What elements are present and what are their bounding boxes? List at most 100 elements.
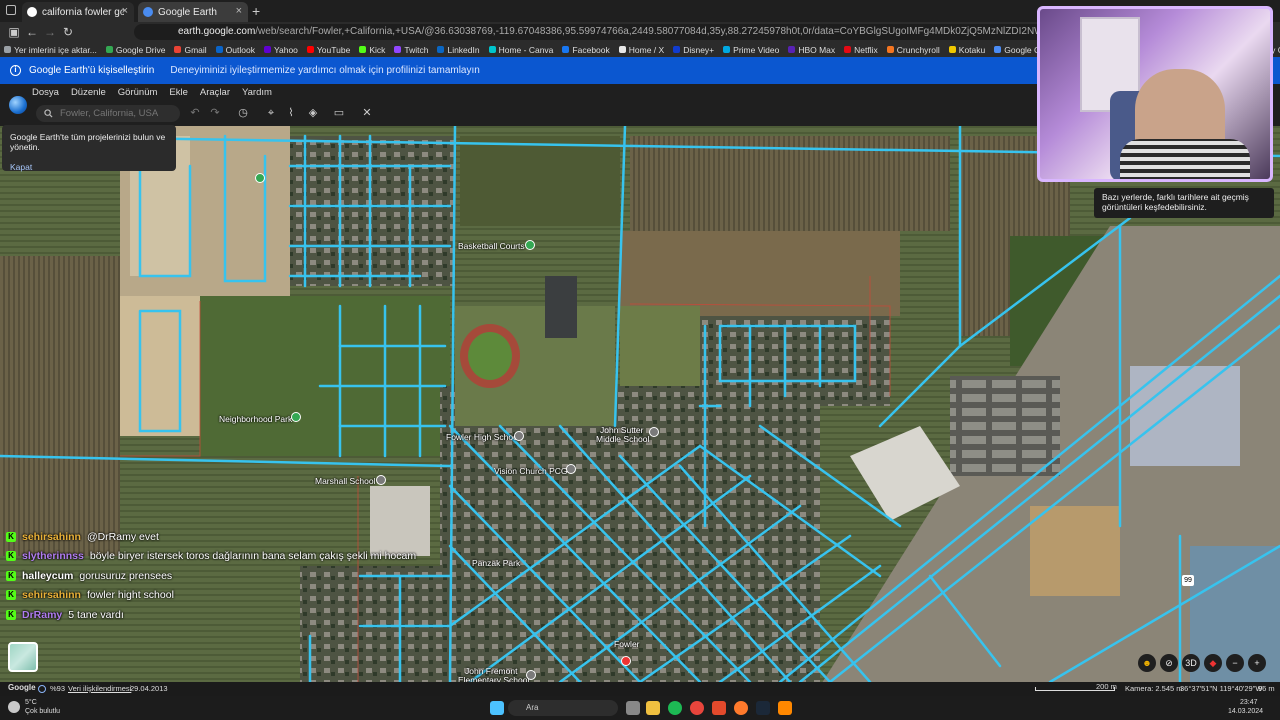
zoom-out-button[interactable]: − <box>1226 654 1244 672</box>
history-icon[interactable]: ◷ <box>236 106 250 120</box>
zoom-in-button[interactable]: + <box>1248 654 1266 672</box>
satellite-map[interactable] <box>0 126 1280 682</box>
chrome-icon[interactable] <box>690 701 704 715</box>
hide-imagery-icon[interactable]: ⊘ <box>1160 654 1178 672</box>
bookmark-item[interactable]: Home - Canva <box>488 45 553 55</box>
app-icon[interactable] <box>712 701 726 715</box>
url-host: earth.google.com <box>178 26 256 37</box>
bookmark-item[interactable]: YouTube <box>306 45 350 55</box>
close-tooltip-button[interactable]: Kapat <box>10 162 168 172</box>
pegman-icon[interactable]: ☻ <box>1138 654 1156 672</box>
banner-title[interactable]: Google Earth'ü kişiselleştirin <box>29 65 154 76</box>
bookmark-item[interactable]: Google Drive <box>105 45 165 55</box>
park-pin-icon[interactable] <box>255 173 265 183</box>
map-label-vision-church[interactable]: Vision Church PCG <box>494 466 568 476</box>
map-label-marshall[interactable]: Marshall School <box>315 476 375 486</box>
bookmark-label: Kick <box>369 44 386 55</box>
bookmark-item[interactable]: Facebook <box>562 45 610 55</box>
bookmark-item[interactable]: Prime Video <box>723 45 779 55</box>
chat-username: sehirsahinn <box>22 531 81 543</box>
bookmark-item[interactable]: Twitch <box>394 45 428 55</box>
sidebar-icon[interactable]: ▣ <box>6 24 22 40</box>
start-button-icon[interactable] <box>490 701 504 715</box>
streamer-shirt <box>1120 139 1250 179</box>
undo-icon[interactable]: ↶ <box>188 106 202 120</box>
bookmark-item[interactable]: Yer imlerini içe aktar... <box>4 45 97 55</box>
menu-item[interactable]: Dosya <box>32 87 59 98</box>
tools-icon[interactable]: ✕ <box>360 106 374 120</box>
bookmark-label: Outlook <box>225 44 255 55</box>
search-input[interactable] <box>36 105 180 122</box>
map-label-panzak[interactable]: Panzak Park <box>472 558 520 568</box>
school-pin-icon[interactable] <box>526 670 536 680</box>
bookmark-label: Home / X <box>628 44 665 55</box>
map-label-neighborhood-park[interactable]: Neighborhood Park <box>219 414 292 424</box>
measure-icon[interactable]: ▭ <box>332 106 346 120</box>
data-attribution-link[interactable]: Veri ilişkilendirmesi <box>68 684 131 693</box>
vlc-icon[interactable] <box>778 701 792 715</box>
taskbar-time[interactable]: 23:47 <box>1240 699 1258 706</box>
vineyard-west <box>0 256 120 556</box>
bookmark-label: LinkedIn <box>447 44 480 55</box>
school-pin-icon[interactable] <box>376 475 386 485</box>
bookmark-item[interactable]: Outlook <box>215 44 255 55</box>
file-explorer-icon[interactable] <box>646 701 660 715</box>
map-label-fowler[interactable]: Fowler <box>614 639 640 649</box>
google-earth-logo-icon[interactable] <box>9 96 27 114</box>
toggle-3d-button[interactable]: 3D <box>1182 654 1200 672</box>
basketball-pin-icon[interactable] <box>525 240 535 250</box>
tab-search-results[interactable]: california fowler google earth - Go × <box>22 2 134 22</box>
coordinates: 36°37'51"N 119°40'29"W <box>1180 684 1263 693</box>
bookmark-item[interactable]: Kotaku <box>948 45 985 55</box>
new-tab-button[interactable]: + <box>252 3 260 19</box>
map-style-thumbnail[interactable] <box>8 642 38 672</box>
bookmark-item[interactable]: HBO Max <box>788 45 835 55</box>
weather-icon[interactable] <box>8 701 20 713</box>
green-field <box>200 296 450 456</box>
taskbar-search[interactable]: Ara <box>508 700 618 716</box>
menu-item[interactable]: Yardım <box>242 87 272 98</box>
reload-icon[interactable]: ↻ <box>60 24 76 40</box>
bookmark-item[interactable]: Yahoo <box>263 45 298 55</box>
close-tab-icon[interactable]: × <box>122 5 128 17</box>
menu-item[interactable]: Düzenle <box>71 87 106 98</box>
taskbar-date[interactable]: 14.03.2024 <box>1228 708 1263 715</box>
map-label-basketball[interactable]: Basketball Courts <box>458 241 525 251</box>
imagery-date[interactable]: 29.04.2013 <box>130 684 168 693</box>
map-label-middle-school[interactable]: Middle School <box>596 434 649 444</box>
url-bar[interactable]: earth.google.com/web/search/Fowler,+Cali… <box>134 24 1054 40</box>
firefox-icon[interactable] <box>734 701 748 715</box>
menu-item[interactable]: Araçlar <box>200 87 230 98</box>
bookmark-item[interactable]: Disney+ <box>673 45 714 55</box>
bookmark-item[interactable]: Home / X <box>618 44 665 55</box>
layers-icon[interactable]: ◈ <box>306 106 320 120</box>
redo-icon[interactable]: ↷ <box>208 106 222 120</box>
back-icon[interactable]: ← <box>24 24 40 40</box>
path-icon[interactable]: ⌇ <box>284 106 298 120</box>
city-pin-icon[interactable] <box>621 656 631 666</box>
church-pin-icon[interactable] <box>566 464 576 474</box>
bookmark-label: Netflix <box>854 44 878 55</box>
tab-list-icon[interactable] <box>6 5 16 15</box>
placemark-icon[interactable]: ⌖ <box>264 106 278 120</box>
steam-icon[interactable] <box>756 701 770 715</box>
chat-username: slytherinnss <box>22 550 84 562</box>
close-tab-icon[interactable]: × <box>236 5 242 17</box>
bookmark-item[interactable]: Crunchyroll <box>886 45 940 55</box>
menu-item[interactable]: Görünüm <box>118 87 158 98</box>
forward-icon[interactable]: → <box>42 24 58 40</box>
map-label-fowler-high[interactable]: Fowler High School <box>446 432 520 442</box>
menu-item[interactable]: Ekle <box>169 87 187 98</box>
school-pin-icon[interactable] <box>649 427 659 437</box>
school-pin-icon[interactable] <box>514 431 524 441</box>
spotify-icon[interactable] <box>668 701 682 715</box>
bookmark-item[interactable]: LinkedIn <box>437 44 480 55</box>
park-pin-icon[interactable] <box>291 412 301 422</box>
bookmark-item[interactable]: Kick <box>359 45 385 55</box>
bookmark-item[interactable]: Netflix <box>844 45 878 55</box>
compass-icon[interactable]: ◆ <box>1204 654 1222 672</box>
map-controls: ☻ ⊘ 3D ◆ − + <box>1138 654 1272 672</box>
bookmark-item[interactable]: Gmail <box>174 45 207 55</box>
tab-google-earth[interactable]: Google Earth × <box>138 2 248 22</box>
task-view-icon[interactable] <box>626 701 640 715</box>
